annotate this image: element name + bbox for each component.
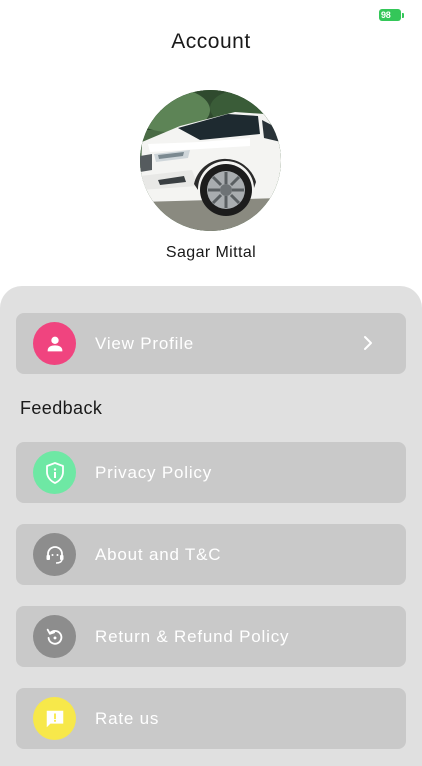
return-refund-button[interactable]: Return & Refund Policy	[16, 606, 406, 667]
rate-us-label: Rate us	[95, 709, 160, 728]
privacy-policy-button[interactable]: Privacy Policy	[16, 442, 406, 503]
return-refund-label: Return & Refund Policy	[95, 627, 290, 646]
feedback-section-title: Feedback	[20, 398, 103, 418]
battery-level: 98	[381, 10, 391, 20]
shield-info-icon	[33, 451, 76, 494]
view-profile-label: View Profile	[95, 334, 195, 353]
privacy-policy-label: Privacy Policy	[95, 463, 213, 482]
page-title: Account	[171, 30, 251, 53]
avatar[interactable]	[140, 90, 281, 231]
battery-indicator: 98	[379, 9, 404, 21]
about-tc-button[interactable]: About and T&C	[16, 524, 406, 585]
support-agent-icon	[33, 533, 76, 576]
feedback-icon	[33, 697, 76, 740]
status-bar: 98	[0, 0, 422, 30]
about-tc-label: About and T&C	[95, 545, 222, 564]
person-icon	[33, 322, 76, 365]
view-profile-button[interactable]: View Profile	[16, 313, 406, 374]
car-photo	[140, 90, 281, 231]
user-name: Sagar Mittal	[165, 244, 257, 261]
refresh-icon	[33, 615, 76, 658]
chevron-right-icon	[364, 336, 372, 350]
rate-us-button[interactable]: Rate us	[16, 688, 406, 749]
